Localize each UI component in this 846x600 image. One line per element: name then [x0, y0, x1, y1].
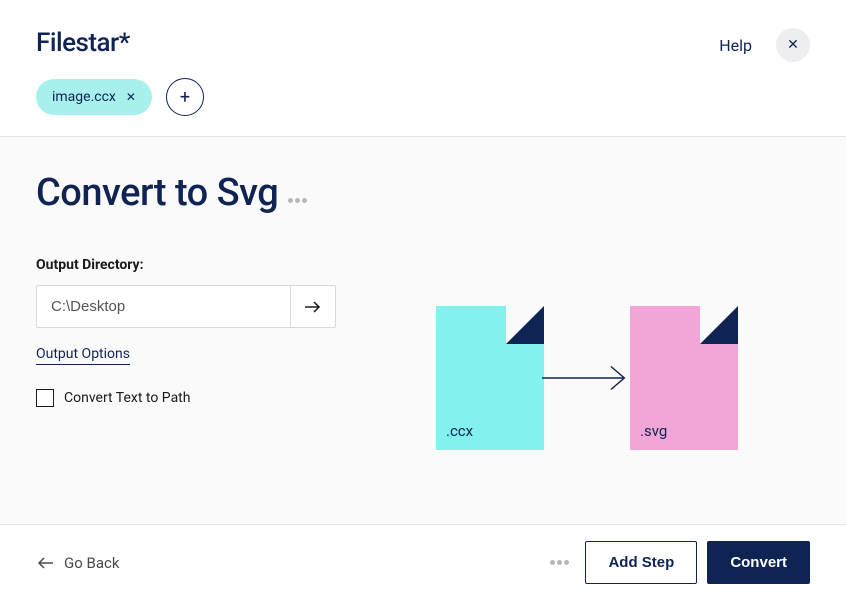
output-dir-input[interactable] [36, 285, 290, 328]
add-file-button[interactable]: + [166, 78, 204, 116]
title-row: Convert to Svg [36, 171, 376, 215]
file-chip-label: image.ccx [52, 89, 116, 105]
output-dir-label: Output Directory: [36, 257, 376, 273]
checkbox-row: Convert Text to Path [36, 389, 376, 407]
header-right: Help ✕ [719, 28, 810, 62]
go-back-button[interactable]: Go Back [36, 554, 119, 572]
convert-text-checkbox[interactable] [36, 389, 54, 407]
logo: Filestar* [36, 28, 204, 58]
close-icon[interactable]: ✕ [126, 90, 136, 104]
go-back-label: Go Back [64, 554, 119, 572]
close-icon: ✕ [787, 37, 799, 53]
header-left: Filestar* image.ccx ✕ + [36, 28, 204, 116]
header: Filestar* image.ccx ✕ + Help ✕ [0, 0, 846, 137]
browse-button[interactable] [290, 285, 336, 328]
help-link[interactable]: Help [719, 36, 752, 55]
page-fold-icon [700, 306, 738, 344]
main: Convert to Svg Output Directory: Output … [0, 137, 846, 524]
convert-button[interactable]: Convert [707, 541, 810, 584]
output-options-link[interactable]: Output Options [36, 346, 130, 365]
arrow-icon [542, 364, 632, 392]
add-step-button[interactable]: Add Step [585, 541, 697, 584]
page-fold-icon [506, 306, 544, 344]
main-left: Convert to Svg Output Directory: Output … [36, 171, 376, 490]
more-icon[interactable] [550, 560, 569, 565]
output-dir-row [36, 285, 336, 328]
footer-right: Add Step Convert [550, 541, 810, 584]
footer: Go Back Add Step Convert [0, 524, 846, 600]
source-file-icon: .ccx [436, 306, 544, 450]
target-file-icon: .svg [630, 306, 738, 450]
target-ext: .svg [640, 422, 667, 440]
arrow-right-icon [304, 300, 322, 314]
file-row: image.ccx ✕ + [36, 78, 204, 116]
file-chip[interactable]: image.ccx ✕ [36, 79, 152, 115]
plus-icon: + [180, 87, 190, 108]
arrow-left-icon [36, 556, 54, 570]
conversion-diagram: .ccx .svg [436, 171, 810, 490]
close-app-button[interactable]: ✕ [776, 28, 810, 62]
more-icon[interactable] [288, 198, 307, 203]
source-ext: .ccx [446, 422, 473, 440]
page-title: Convert to Svg [36, 171, 278, 215]
checkbox-label: Convert Text to Path [64, 390, 190, 406]
